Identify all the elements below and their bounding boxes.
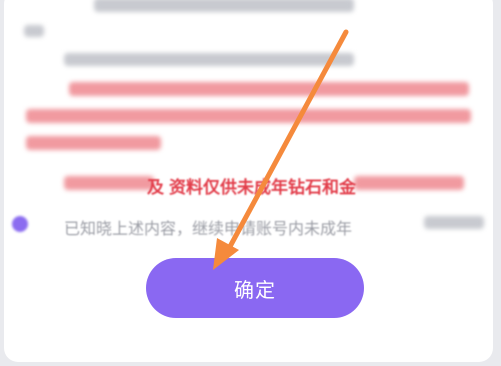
agreement-dialog: 及 资料仅供未成年钻石和金 已知晓上述内容，继续申请账号内未成年 确定 bbox=[4, 0, 493, 362]
blurred-text-line bbox=[424, 216, 484, 229]
blurred-text-line bbox=[24, 25, 44, 37]
blurred-text-line bbox=[64, 53, 354, 66]
acknowledge-checkbox[interactable] bbox=[12, 216, 28, 232]
blurred-warning-line bbox=[64, 176, 154, 190]
blurred-warning-line bbox=[354, 176, 464, 190]
blurred-warning-line bbox=[69, 82, 469, 96]
blurred-text-line bbox=[94, 0, 354, 12]
warning-highlight-text: 资料仅供未成年钻石和金 bbox=[169, 178, 356, 198]
blurred-warning-line bbox=[26, 109, 471, 123]
warning-prefix: 及 bbox=[147, 178, 164, 198]
acknowledge-text: 已知晓上述内容，继续申请账号内未成年 bbox=[64, 219, 353, 238]
confirm-button[interactable]: 确定 bbox=[146, 258, 364, 318]
blurred-warning-line bbox=[26, 136, 161, 150]
